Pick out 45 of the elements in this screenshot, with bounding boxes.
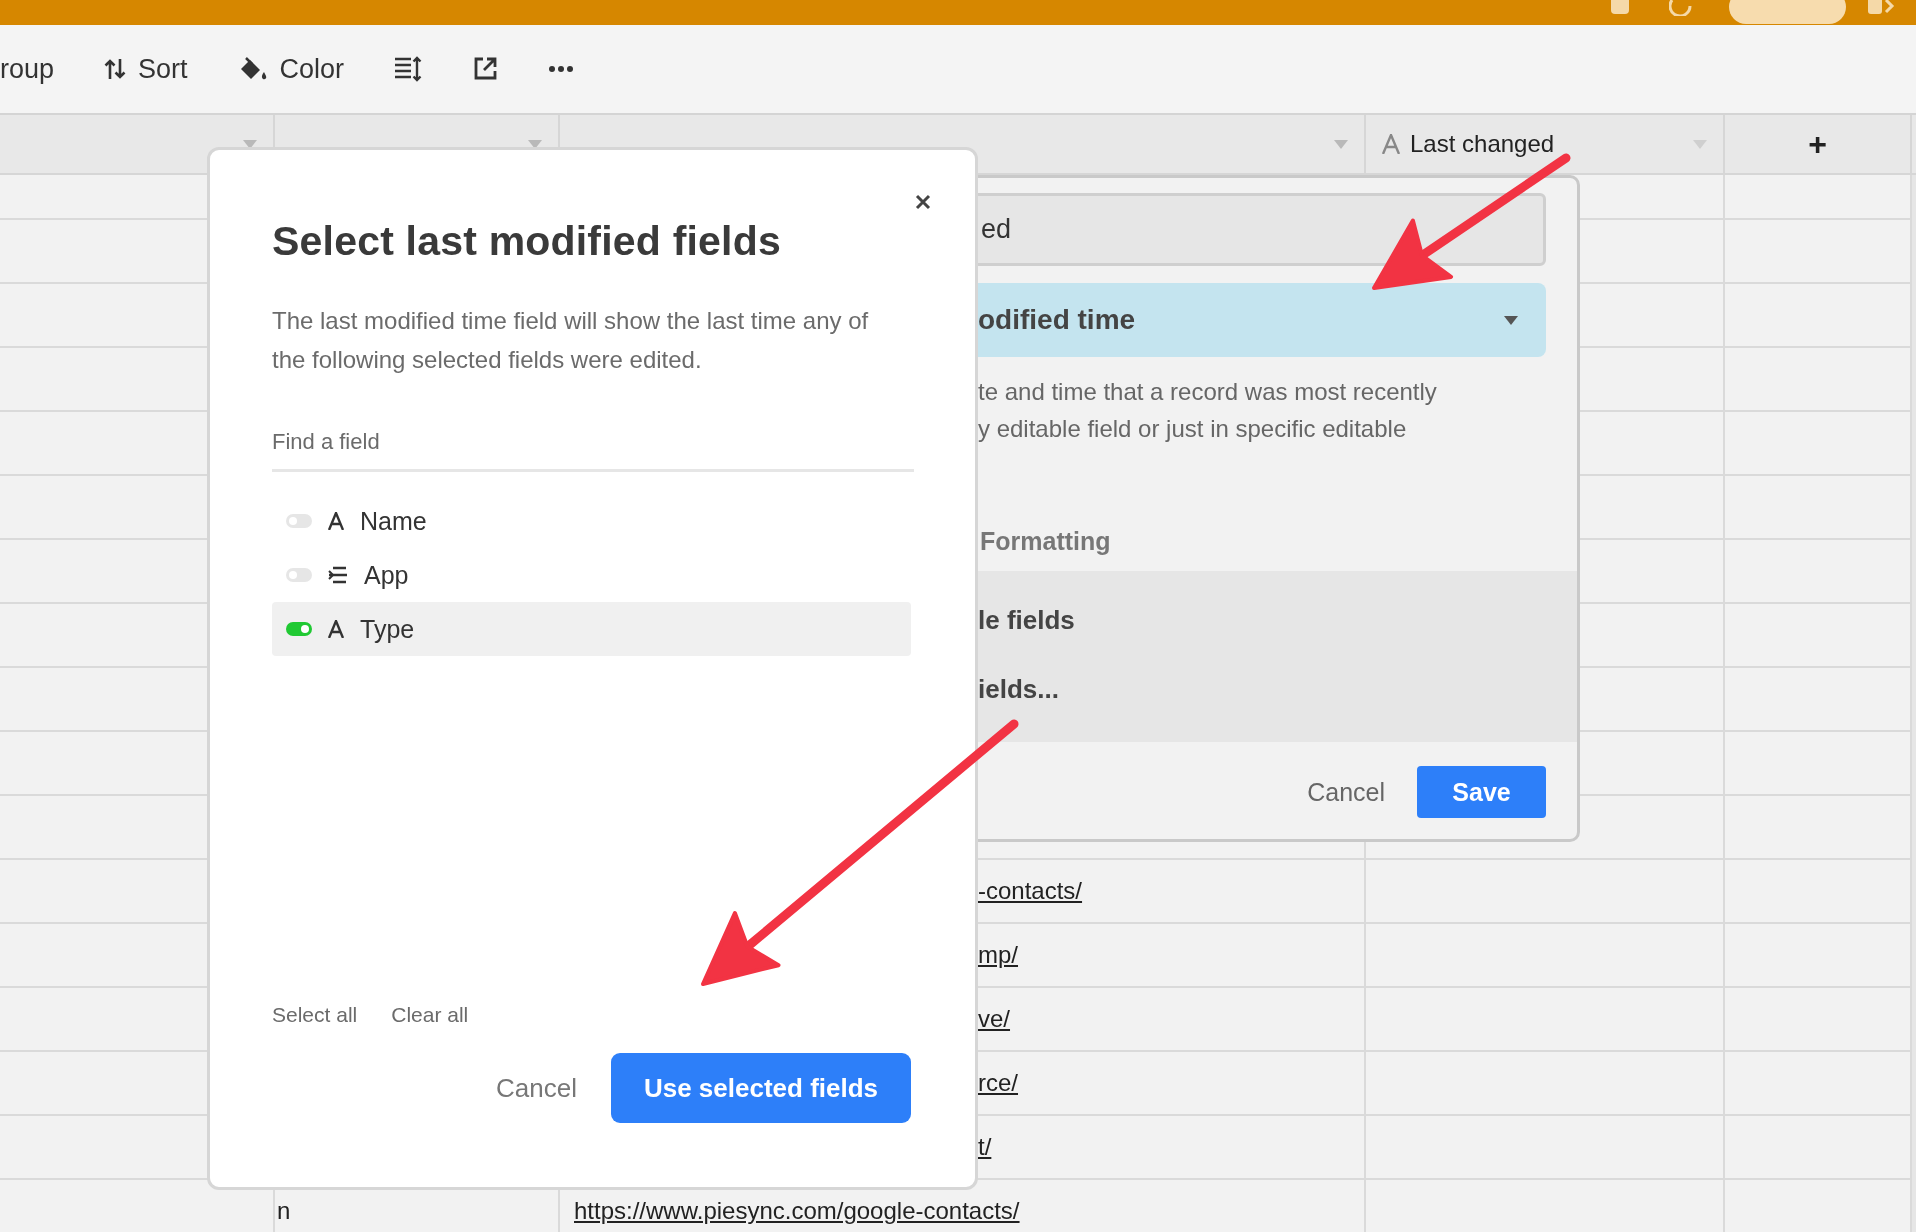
linked-field-icon <box>328 566 348 584</box>
field-name: Name <box>360 506 427 536</box>
cancel-button[interactable]: Cancel <box>1307 777 1385 807</box>
dialog-title: Select last modified fields <box>272 218 782 265</box>
field-name: App <box>364 560 409 590</box>
cancel-button[interactable]: Cancel <box>496 1072 577 1104</box>
field-description: te and time that a record was most recently y editable field or just in specific editable <box>978 377 1438 444</box>
text-field-icon <box>328 620 344 638</box>
search-field[interactable]: Find a field <box>272 415 914 472</box>
column-header[interactable]: Last changed <box>1366 115 1725 175</box>
url-link[interactable]: ve/ <box>978 1005 1010 1033</box>
toggle-switch[interactable] <box>286 568 312 582</box>
url-link[interactable]: t/ <box>978 1133 992 1161</box>
add-column-button[interactable]: + <box>1808 125 1827 163</box>
column-header[interactable]: + <box>1725 115 1912 175</box>
sort-icon <box>104 58 127 80</box>
group-button[interactable]: roup <box>0 49 55 89</box>
caret-icon[interactable] <box>1504 315 1518 325</box>
option-item[interactable]: le fields <box>978 605 1577 636</box>
option-item[interactable]: ields... <box>978 674 1577 705</box>
url-link[interactable]: https://www.piesync.com/google-contacts/ <box>574 1197 1020 1225</box>
sort-button[interactable]: Sort <box>104 49 188 89</box>
clear-all-link[interactable]: Clear all <box>391 1003 469 1027</box>
toggle-switch[interactable] <box>286 622 312 636</box>
field-row[interactable]: App <box>272 548 911 602</box>
color-button[interactable]: Color <box>237 49 345 89</box>
select-all-link[interactable]: Select all <box>272 1003 358 1027</box>
save-button[interactable]: Save <box>1417 766 1546 818</box>
url-link[interactable]: -contacts/ <box>978 877 1083 905</box>
field-row[interactable]: Type <box>272 602 911 656</box>
dialog-description: The last modified time field will show the last time any of the following selected fields were edited. <box>272 306 870 375</box>
row-height-icon <box>394 56 423 82</box>
external-link-icon <box>472 56 499 82</box>
close-icon[interactable] <box>915 194 931 210</box>
text-field-icon <box>328 512 344 530</box>
url-link[interactable]: mp/ <box>978 941 1018 969</box>
column-title: Last changed <box>1410 130 1555 158</box>
field-row[interactable]: Name <box>272 494 911 548</box>
section-label: Formatting <box>980 527 1112 557</box>
field-name: Type <box>360 614 415 644</box>
url-link[interactable]: rce/ <box>978 1069 1018 1097</box>
use-selected-fields-button[interactable]: Use selected fields <box>611 1053 911 1123</box>
toggle-switch[interactable] <box>286 514 312 528</box>
text-field-icon <box>1382 134 1400 154</box>
more-icon <box>548 65 575 73</box>
